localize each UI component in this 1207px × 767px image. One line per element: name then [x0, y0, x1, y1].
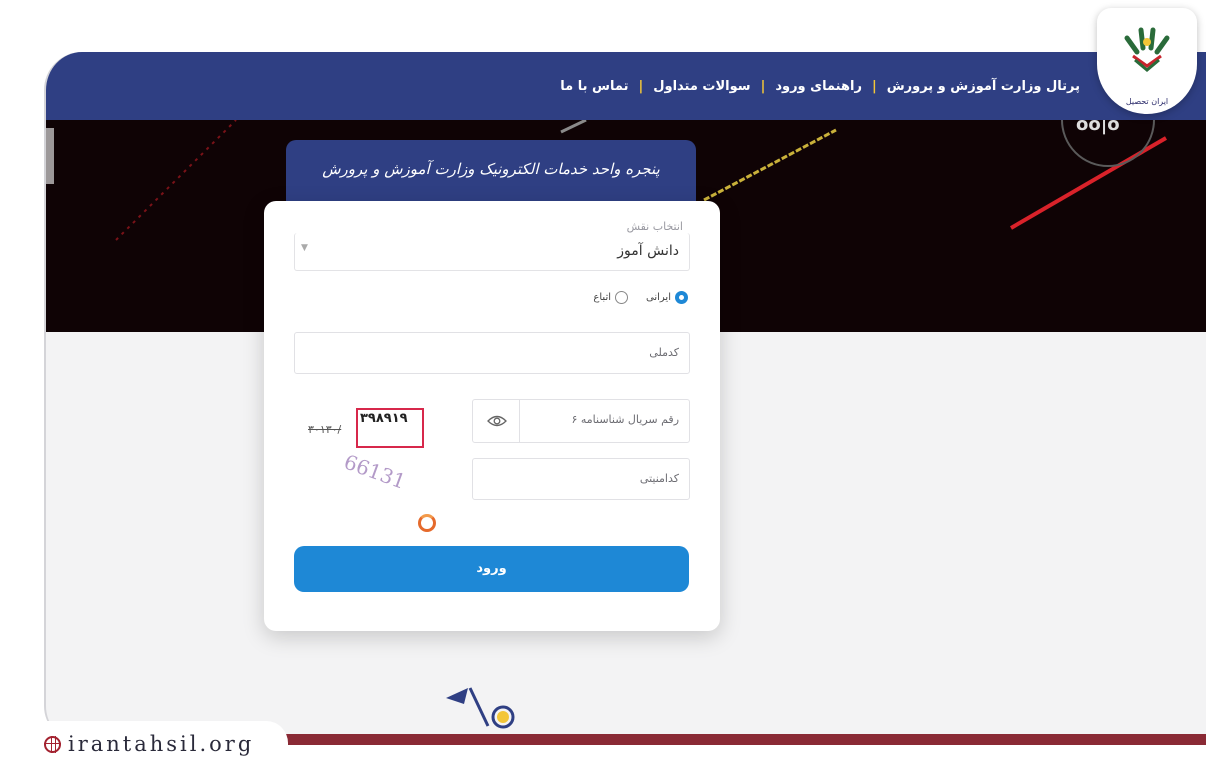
logo-text: ایران تحصیل — [1125, 97, 1169, 106]
nav-faq-link[interactable]: سوالات متداول — [653, 79, 750, 94]
brand-logo[interactable]: ایران تحصیل — [1097, 8, 1197, 114]
show-serial-button[interactable] — [472, 399, 520, 443]
nav-contact-link[interactable]: تماس با ما — [560, 79, 628, 94]
portal-title: پنجره واحد خدمات الکترونیک وزارت آموزش و… — [322, 160, 660, 178]
watermark-badge: irantahsil.org — [30, 721, 288, 767]
eye-icon — [487, 415, 507, 427]
nationality-radio-group: ایرانی اتباع — [593, 291, 688, 304]
top-nav-bar: پرتال وزارت آموزش و پرورش | راهنمای ورود… — [46, 52, 1206, 120]
captcha-image: 66131 — [341, 453, 409, 494]
serial-number-input[interactable]: ۶ رقم سریال شناسنامه — [519, 399, 690, 443]
radio-foreign-dot[interactable] — [615, 291, 629, 304]
national-code-input[interactable]: کدملی — [294, 332, 690, 374]
captcha-input[interactable]: کدامنیتی — [472, 458, 690, 500]
radio-iranian-label: ایرانی — [646, 292, 671, 303]
portal-title-tab: پنجره واحد خدمات الکترونیک وزارت آموزش و… — [286, 140, 696, 202]
globe-icon — [44, 736, 61, 753]
logo-book-icon — [1124, 27, 1170, 72]
nav-links: پرتال وزارت آموزش و پرورش | راهنمای ورود… — [560, 52, 1080, 120]
nav-login-guide-link[interactable]: راهنمای ورود — [775, 79, 862, 94]
role-select[interactable]: دانش آموز ▼ — [294, 233, 690, 271]
serial-number-placeholder: ۶ رقم سریال شناسنامه — [571, 413, 679, 426]
role-select-label: انتخاب نقش — [597, 220, 687, 233]
nav-separator: | — [638, 78, 644, 94]
role-select-value: دانش آموز — [617, 243, 679, 259]
refresh-captcha-icon[interactable] — [418, 514, 436, 532]
hero-corner-text: oo|o — [1076, 120, 1120, 135]
nav-separator: | — [760, 78, 766, 94]
captcha-struck-text: ۳۰۱۳۰/ — [308, 423, 342, 436]
chevron-down-icon: ▼ — [301, 243, 308, 253]
nav-portal-link[interactable]: پرتال وزارت آموزش و پرورش — [887, 79, 1080, 94]
national-code-placeholder: کدملی — [649, 346, 679, 359]
captcha-input-placeholder: کدامنیتی — [639, 472, 679, 485]
captcha-value: ۳۹۸۹۱۹ — [360, 411, 408, 426]
mascot-illustration — [446, 687, 515, 729]
radio-iranian-dot[interactable] — [675, 291, 688, 304]
nav-separator: | — [871, 78, 877, 94]
login-card: دانش آموز ▼ انتخاب نقش ایرانی اتباع کدمل… — [264, 201, 720, 631]
screenshot-stage: پرتال وزارت آموزش و پرورش | راهنمای ورود… — [0, 0, 1207, 767]
captcha-image-text: 66131 — [341, 453, 409, 494]
login-submit-button[interactable]: ورود — [294, 546, 689, 592]
radio-iranian[interactable]: ایرانی — [646, 291, 688, 304]
watermark-text: irantahsil.org — [68, 732, 255, 756]
radio-foreign[interactable]: اتباع — [593, 291, 629, 304]
radio-foreign-label: اتباع — [593, 292, 612, 303]
